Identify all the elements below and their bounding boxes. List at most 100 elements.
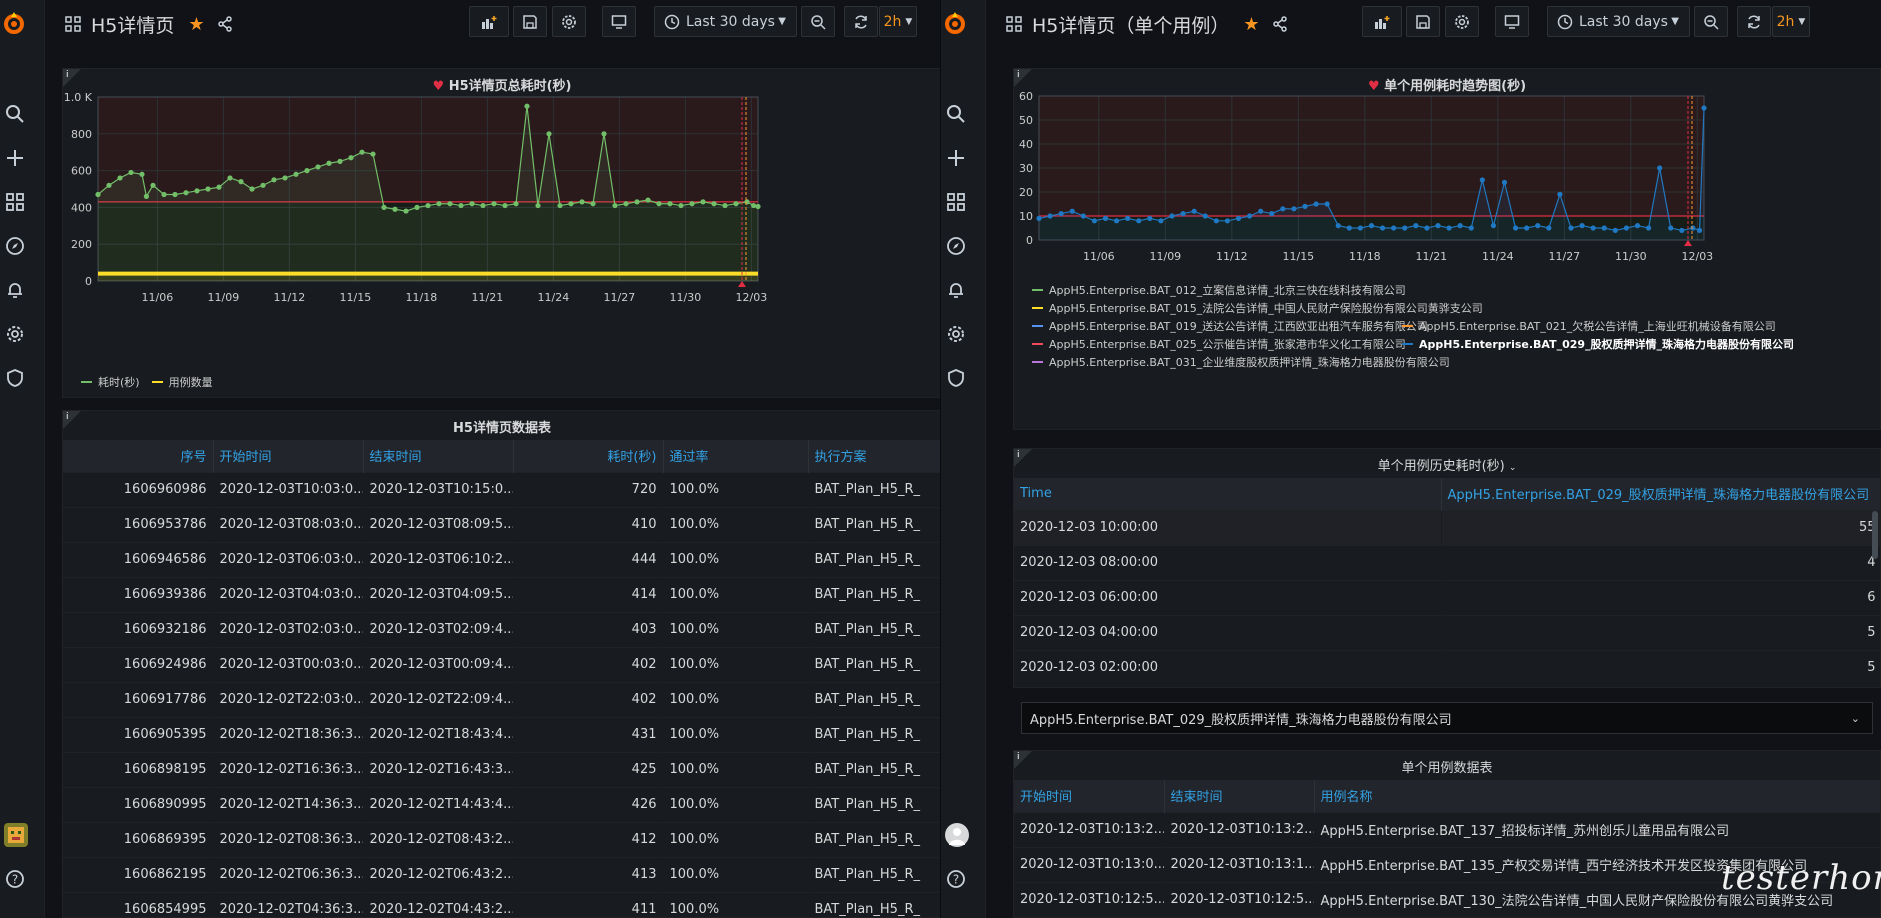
column-header-plan[interactable]: 执行方案 xyxy=(808,440,940,472)
settings-gear-icon[interactable] xyxy=(945,323,967,345)
plus-icon[interactable] xyxy=(4,147,26,169)
table-row[interactable]: 1606917786 2020-12-02T22:03:0... 2020-12-0… xyxy=(63,681,940,717)
zoom-out-button[interactable] xyxy=(1694,6,1728,37)
table-row[interactable]: 1606854995 2020-12-02T04:36:3... 2020-12-0… xyxy=(63,891,940,917)
star-icon[interactable]: ★ xyxy=(1243,14,1259,35)
add-panel-button[interactable] xyxy=(1362,6,1402,37)
column-header-end[interactable]: 结束时间 xyxy=(363,440,514,472)
panel-title[interactable]: H5详情页数据表 xyxy=(63,417,940,436)
table-row[interactable]: 1606932186 2020-12-03T02:03:0... 2020-12-0… xyxy=(63,611,940,647)
dashboards-icon[interactable] xyxy=(4,191,26,213)
explore-compass-icon[interactable] xyxy=(4,235,26,257)
add-panel-button[interactable] xyxy=(469,6,509,37)
settings-gear-icon[interactable] xyxy=(4,323,26,345)
user-avatar[interactable] xyxy=(4,823,28,847)
table-row[interactable]: 1606898195 2020-12-02T16:36:3... 2020-12-0… xyxy=(63,751,940,787)
legend-item[interactable]: AppH5.Enterprise.BAT_025_公示催告详情_张家港市华义化工… xyxy=(1032,336,1406,352)
dashboard-title[interactable]: H5详情页 ★ xyxy=(65,11,233,38)
column-header-duration[interactable]: 耗时(秒) xyxy=(513,440,664,472)
search-icon[interactable] xyxy=(4,103,26,125)
shield-icon[interactable] xyxy=(945,367,967,389)
dashboards-icon[interactable] xyxy=(945,191,967,213)
data-point xyxy=(1158,218,1164,224)
alerting-bell-icon[interactable] xyxy=(945,279,967,301)
table-row[interactable]: 2020-12-03 02:00:00 5 xyxy=(1014,649,1880,685)
refresh-interval-picker[interactable]: 2h ▼ xyxy=(879,6,917,37)
table-cell: 2020-12-03T06:10:2... xyxy=(363,541,514,577)
table-row[interactable]: 1606862195 2020-12-02T06:36:3... 2020-12-0… xyxy=(63,856,940,892)
refresh-interval-picker[interactable]: 2h ▼ xyxy=(1772,6,1810,37)
legend-item[interactable]: AppH5.Enterprise.BAT_019_送达公告详情_江西欧亚出租汽车… xyxy=(1032,318,1428,334)
explore-compass-icon[interactable] xyxy=(945,235,967,257)
cycle-view-mode-button[interactable] xyxy=(602,6,636,37)
dashboard-settings-button[interactable] xyxy=(1445,6,1479,37)
dashboard-title[interactable]: H5详情页（单个用例） ★ xyxy=(1006,11,1288,38)
save-dashboard-button[interactable] xyxy=(513,6,547,37)
shield-icon[interactable] xyxy=(4,367,26,389)
total-duration-chart[interactable]: 0 200 400 600 800 1.0 K 11/06 11/09 11/12 11/15 11… xyxy=(63,89,940,399)
table-row[interactable]: 2020-12-03 10:00:00 55 xyxy=(1014,509,1880,545)
help-icon[interactable]: ? xyxy=(945,868,967,890)
table-row[interactable]: 1606939386 2020-12-03T04:03:0... 2020-12-0… xyxy=(63,576,940,612)
column-header-end[interactable]: 结束时间 xyxy=(1164,780,1315,812)
table-row[interactable]: 1606960986 2020-12-03T10:03:0... 2020-12-0… xyxy=(63,471,940,507)
data-point xyxy=(1512,225,1519,231)
data-point xyxy=(150,182,156,188)
help-icon[interactable]: ? xyxy=(4,868,26,890)
dashboard-settings-button[interactable] xyxy=(552,6,586,37)
user-avatar[interactable] xyxy=(945,823,969,847)
refresh-icon xyxy=(855,14,867,29)
legend-item[interactable]: AppH5.Enterprise.BAT_021_欠税公告详情_上海业旺机械设备… xyxy=(1402,318,1776,334)
grafana-logo-icon[interactable] xyxy=(942,10,968,36)
search-icon[interactable] xyxy=(945,103,967,125)
table-row[interactable]: 2020-12-03 04:00:00 5 xyxy=(1014,614,1880,650)
table-row[interactable]: 1606890995 2020-12-02T14:36:3... 2020-12-0… xyxy=(63,786,940,822)
table-row[interactable]: 1606905395 2020-12-02T18:36:3... 2020-12-0… xyxy=(63,716,940,752)
table-row[interactable]: 1606869395 2020-12-02T08:36:3... 2020-12-0… xyxy=(63,821,940,857)
table-cell: 2020-12-03T02:03:0... xyxy=(213,611,364,647)
star-icon[interactable]: ★ xyxy=(188,14,204,35)
column-header-case-name[interactable]: 用例名称 xyxy=(1314,780,1880,812)
column-header-start[interactable]: 开始时间 xyxy=(1014,780,1165,812)
case-select-dropdown[interactable]: AppH5.Enterprise.BAT_029_股权质押详情_珠海格力电器股份… xyxy=(1021,702,1873,734)
save-dashboard-button[interactable] xyxy=(1406,6,1440,37)
table-row[interactable]: 2020-12-03T10:13:2... 2020-12-03T10:13:2.… xyxy=(1014,811,1880,847)
data-point xyxy=(1424,225,1430,231)
table-row[interactable]: 2020-12-03 08:00:00 4 xyxy=(1014,544,1880,580)
svg-text:?: ? xyxy=(953,873,959,887)
legend-item[interactable]: AppH5.Enterprise.BAT_031_企业维度股权质押详情_珠海格力… xyxy=(1032,354,1450,370)
refresh-button[interactable] xyxy=(844,6,878,37)
monitor-icon xyxy=(611,14,627,29)
table-scrollbar[interactable] xyxy=(1872,511,1878,559)
data-point xyxy=(634,199,640,205)
column-header-seq[interactable]: 序号 xyxy=(63,440,214,472)
column-header-pass-rate[interactable]: 通过率 xyxy=(663,440,809,472)
table-row[interactable]: 1606924986 2020-12-03T00:03:0... 2020-12-0… xyxy=(63,646,940,682)
zoom-out-button[interactable] xyxy=(801,6,835,37)
share-icon[interactable] xyxy=(1272,16,1288,32)
legend-item[interactable]: AppH5.Enterprise.BAT_029_股权质押详情_珠海格力电器股份… xyxy=(1402,336,1794,352)
panel-title[interactable]: 单个用例历史耗时(秒) ⌄ xyxy=(1014,455,1880,474)
legend-item[interactable]: AppH5.Enterprise.BAT_012_立案信息详情_北京三快在线科技… xyxy=(1032,282,1406,298)
panel-title[interactable]: 单个用例数据表 xyxy=(1014,757,1880,776)
table-row[interactable]: 1606946586 2020-12-03T06:03:0... 2020-12-0… xyxy=(63,541,940,577)
column-header-time[interactable]: Time xyxy=(1014,478,1442,510)
h5-data-table-panel: i H5详情页数据表 序号 开始时间 结束时间 耗时(秒) 通过率 执行方案 1… xyxy=(62,410,940,918)
share-icon[interactable] xyxy=(217,16,233,32)
legend-item-count[interactable]: 用例数量 xyxy=(169,374,213,390)
time-range-picker[interactable]: Last 30 days ▼ xyxy=(1547,6,1690,37)
time-range-picker[interactable]: Last 30 days ▼ xyxy=(654,6,797,37)
table-cell: 2020-12-03T10:12:5... xyxy=(1014,881,1165,917)
x-tick-label: 11/24 xyxy=(1482,250,1514,263)
plus-icon[interactable] xyxy=(945,147,967,169)
table-row[interactable]: 2020-12-03 06:00:00 6 xyxy=(1014,579,1880,615)
legend-item[interactable]: AppH5.Enterprise.BAT_015_法院公告详情_中国人民财产保险… xyxy=(1032,300,1483,316)
refresh-button[interactable] xyxy=(1737,6,1771,37)
column-header-start[interactable]: 开始时间 xyxy=(213,440,364,472)
legend-item-duration[interactable]: 耗时(秒) xyxy=(98,374,140,390)
cycle-view-mode-button[interactable] xyxy=(1495,6,1529,37)
alerting-bell-icon[interactable] xyxy=(4,279,26,301)
column-header-case[interactable]: AppH5.Enterprise.BAT_029_股权质押详情_珠海格力电器股份… xyxy=(1441,478,1880,510)
table-row[interactable]: 1606953786 2020-12-03T08:03:0... 2020-12-0… xyxy=(63,506,940,542)
grafana-logo-icon[interactable] xyxy=(1,10,27,36)
